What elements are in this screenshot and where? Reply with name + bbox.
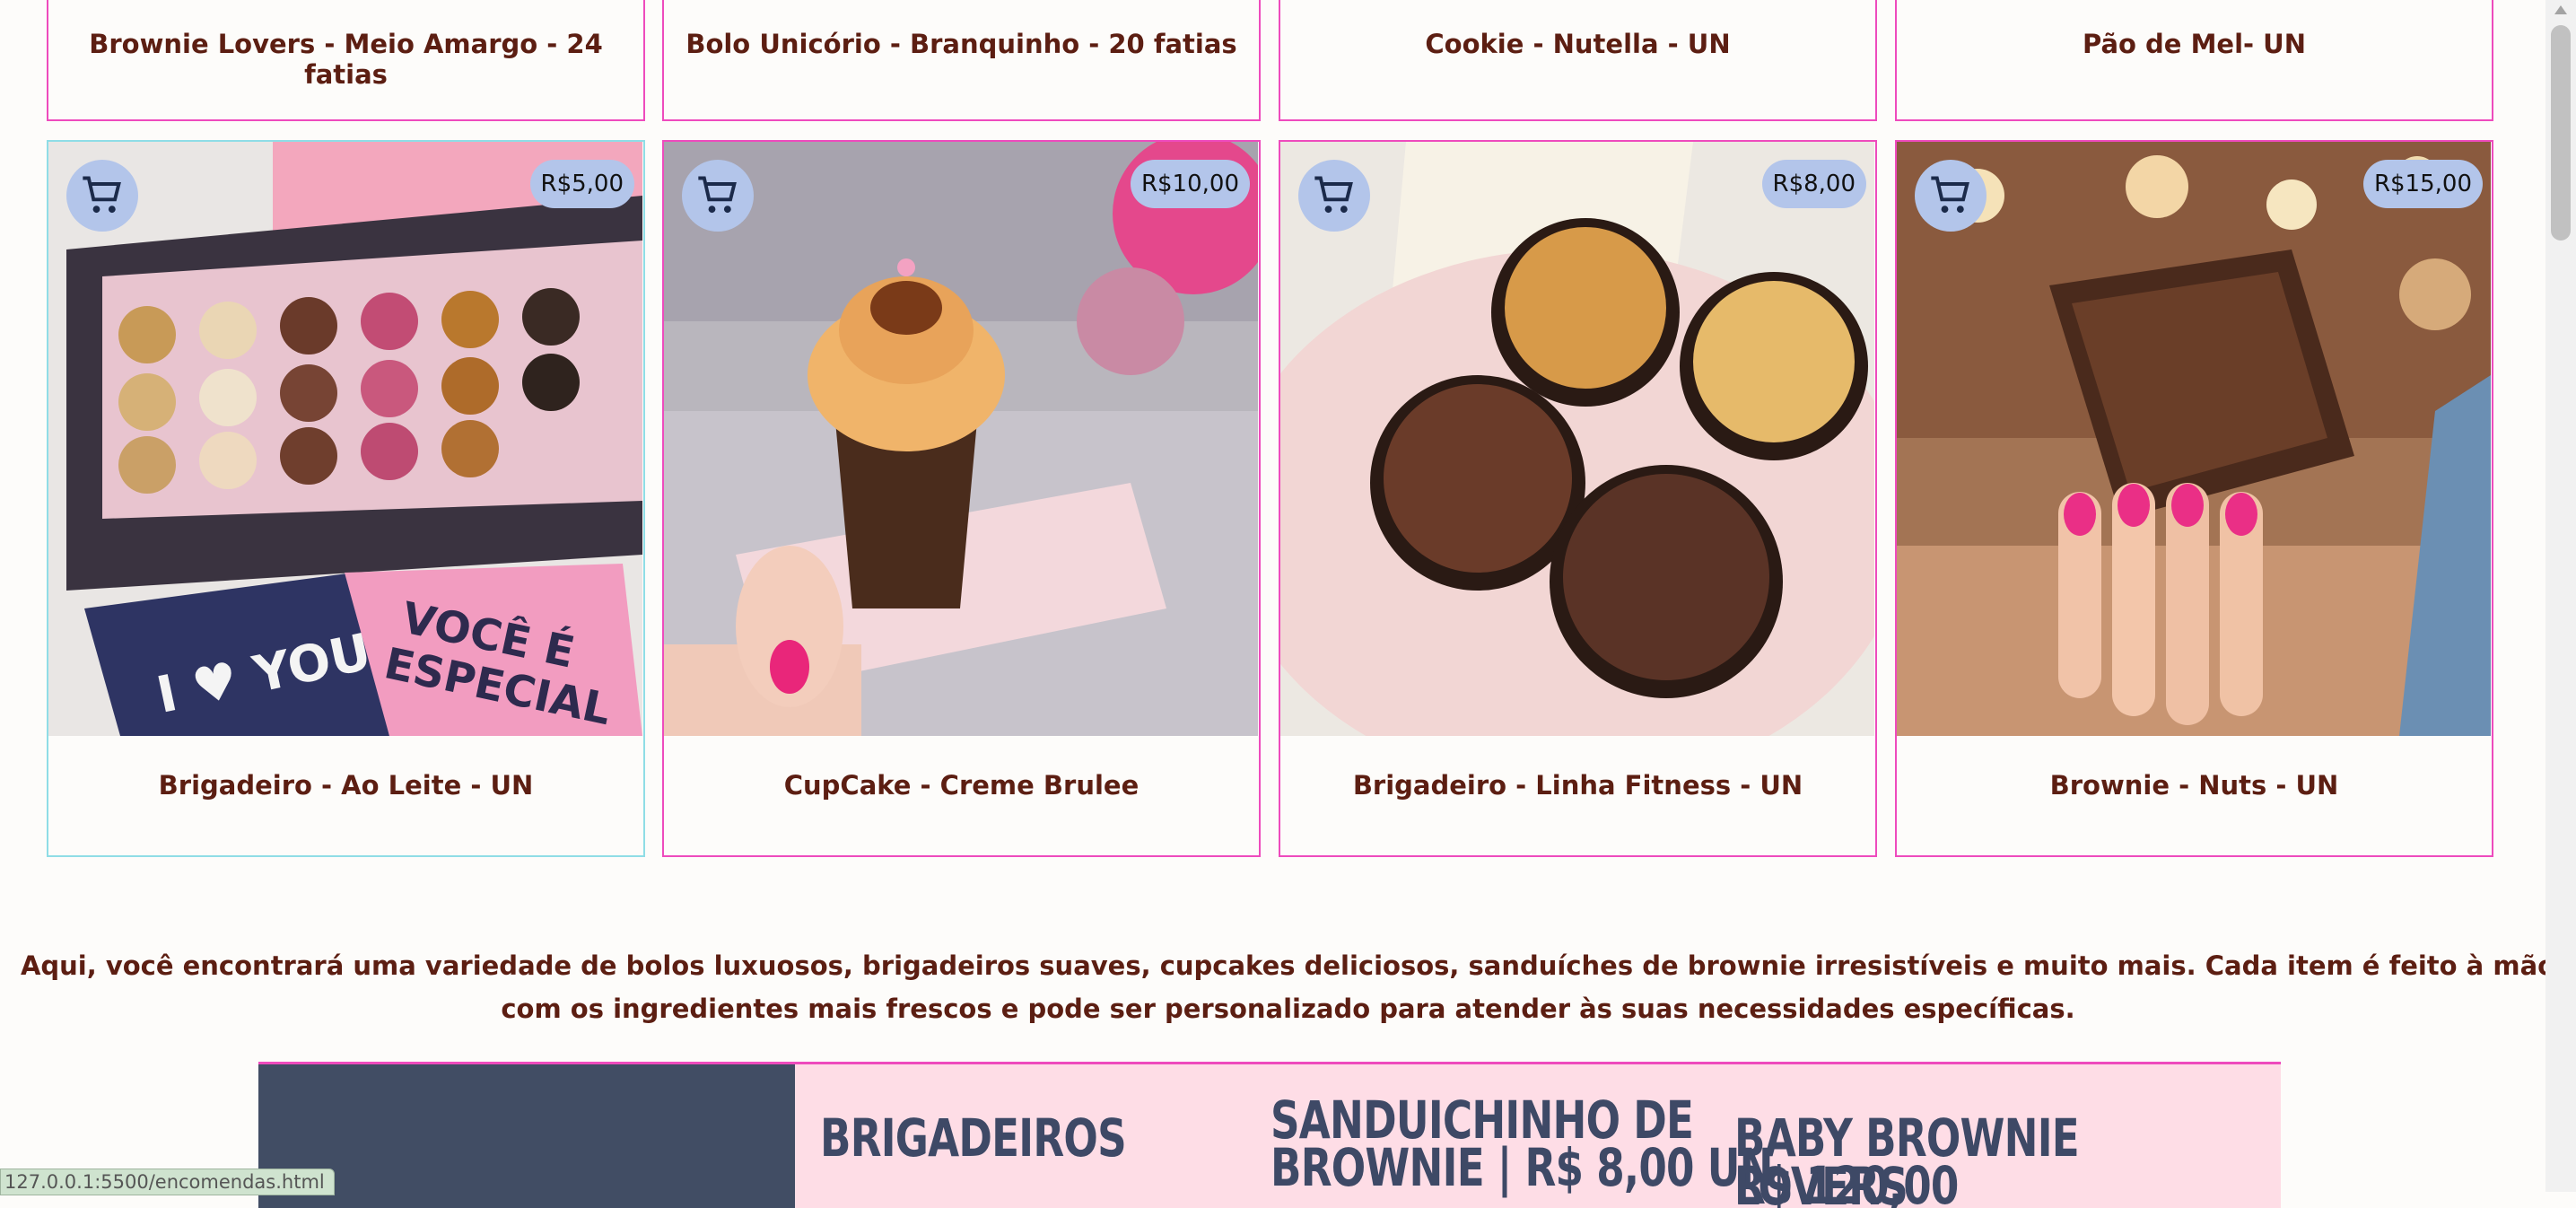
- product-name: Pão de Mel- UN: [2082, 29, 2306, 59]
- banner-category: BROWNIE | R$ 8,00 UN: [1271, 1137, 1774, 1198]
- add-to-cart-button[interactable]: [66, 160, 138, 232]
- scrollbar-thumb[interactable]: [2551, 25, 2571, 241]
- product-name: Bolo Unicório - Branquinho - 20 fatias: [685, 29, 1237, 59]
- cart-icon: [698, 176, 737, 214]
- add-to-cart-button[interactable]: [1298, 160, 1370, 232]
- product-name: Brigadeiro - Linha Fitness - UN: [1352, 770, 1803, 801]
- product-card[interactable]: Brownie Lovers - Meio Amargo - 24 fatias: [47, 0, 645, 121]
- product-image-brownie-nuts: [1897, 142, 2491, 736]
- scroll-up-icon[interactable]: [2554, 5, 2567, 14]
- product-image-brigadeiro-fitness: [1280, 142, 1874, 736]
- price-badge: R$10,00: [1130, 160, 1250, 208]
- price-badge: R$8,00: [1761, 160, 1866, 208]
- product-image-cupcake: [664, 142, 1258, 736]
- banner-dark-panel: [258, 1064, 795, 1208]
- add-to-cart-button[interactable]: [1915, 160, 1987, 232]
- cart-icon: [1931, 176, 1969, 214]
- product-card[interactable]: Bolo Unicório - Branquinho - 20 fatias: [662, 0, 1261, 121]
- intro-description: Aqui, você encontrará uma variedade de b…: [20, 950, 2556, 1024]
- product-card[interactable]: I ♥ YOU VOCÊ É ESPECIAL R$5,00 Brigadeir…: [47, 140, 645, 857]
- product-card[interactable]: Cookie - Nutella - UN: [1279, 0, 1877, 121]
- cart-icon: [1314, 176, 1353, 214]
- product-card[interactable]: R$8,00 Brigadeiro - Linha Fitness - UN: [1279, 140, 1877, 857]
- add-to-cart-button[interactable]: [682, 160, 754, 232]
- banner-category: R$ 120,00: [1734, 1155, 1959, 1208]
- price-badge: R$5,00: [529, 160, 634, 208]
- price-badge: R$15,00: [2362, 160, 2483, 208]
- product-card[interactable]: R$15,00 Brownie - Nuts - UN: [1895, 140, 2493, 857]
- product-name: Brownie Lovers - Meio Amargo - 24 fatias: [89, 29, 603, 90]
- cart-icon: [83, 176, 121, 214]
- menu-banner: BRIGADEIROS SANDUICHINHO DE BROWNIE | R$…: [258, 1062, 2281, 1208]
- banner-category: BRIGADEIROS: [820, 1107, 1127, 1169]
- product-name: Brigadeiro - Ao Leite - UN: [158, 770, 534, 801]
- product-card[interactable]: R$10,00 CupCake - Creme Brulee: [662, 140, 1261, 857]
- product-name: CupCake - Creme Brulee: [783, 770, 1140, 801]
- product-image-brigadeiro-box: I ♥ YOU VOCÊ É ESPECIAL: [48, 142, 642, 736]
- vertical-scrollbar[interactable]: [2545, 0, 2576, 1192]
- product-name: Brownie - Nuts - UN: [2049, 770, 2339, 801]
- product-card[interactable]: Pão de Mel- UN: [1895, 0, 2493, 121]
- product-name: Cookie - Nutella - UN: [1425, 29, 1731, 59]
